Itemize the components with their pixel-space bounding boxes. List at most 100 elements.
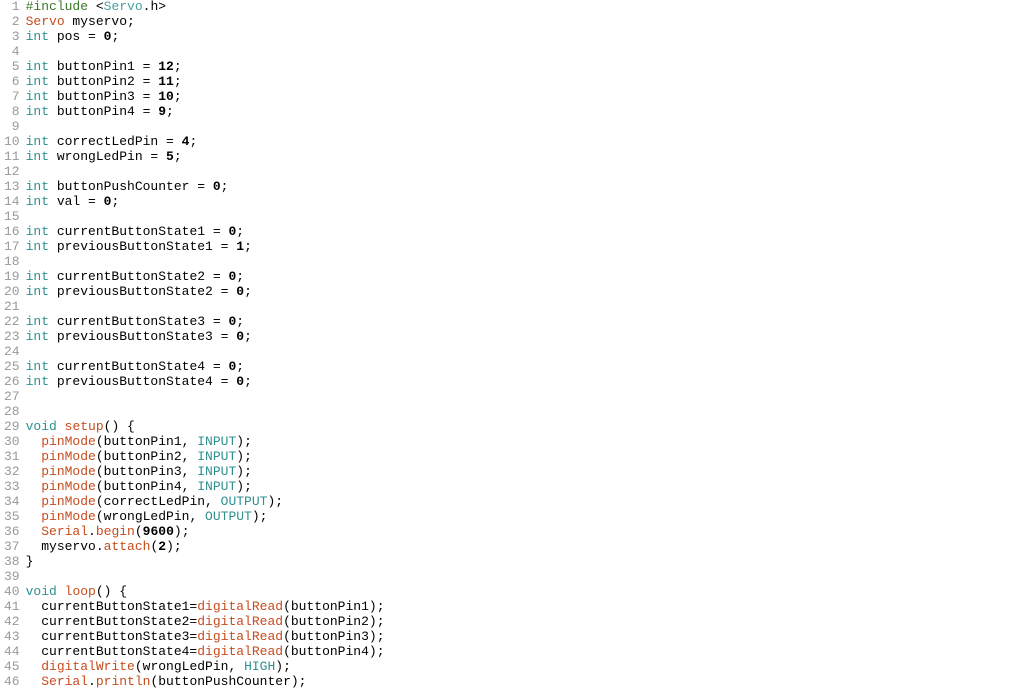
code-token: pinMode — [41, 449, 96, 464]
code-line[interactable]: Serial.begin(9600); — [26, 525, 1024, 540]
code-token: int — [26, 29, 49, 44]
code-line[interactable]: int wrongLedPin = 5; — [26, 150, 1024, 165]
code-line[interactable]: int currentButtonState4 = 0; — [26, 360, 1024, 375]
code-token: digitalRead — [197, 629, 283, 644]
code-token: ); — [236, 479, 252, 494]
code-line[interactable]: pinMode(wrongLedPin, OUTPUT); — [26, 510, 1024, 525]
code-token: ; — [111, 29, 119, 44]
line-number: 37 — [4, 540, 20, 555]
code-line[interactable]: currentButtonState4=digitalRead(buttonPi… — [26, 645, 1024, 660]
code-line[interactable]: digitalWrite(wrongLedPin, HIGH); — [26, 660, 1024, 675]
code-token: Servo — [104, 0, 143, 14]
code-token — [26, 509, 42, 524]
line-number: 1 — [4, 0, 20, 15]
code-token: begin — [96, 524, 135, 539]
code-line[interactable]: int buttonPin4 = 9; — [26, 105, 1024, 120]
code-token: ); — [236, 449, 252, 464]
code-line[interactable] — [26, 405, 1024, 420]
code-line[interactable]: int previousButtonState4 = 0; — [26, 375, 1024, 390]
code-line[interactable]: int buttonPushCounter = 0; — [26, 180, 1024, 195]
code-line[interactable]: pinMode(buttonPin1, INPUT); — [26, 435, 1024, 450]
code-token: #include — [26, 0, 96, 14]
code-token — [26, 659, 42, 674]
line-number: 20 — [4, 285, 20, 300]
code-token: (wrongLedPin, — [96, 509, 205, 524]
code-line[interactable]: int buttonPin3 = 10; — [26, 90, 1024, 105]
code-line[interactable]: currentButtonState3=digitalRead(buttonPi… — [26, 630, 1024, 645]
code-line[interactable]: pinMode(correctLedPin, OUTPUT); — [26, 495, 1024, 510]
code-line[interactable]: int previousButtonState1 = 1; — [26, 240, 1024, 255]
line-number: 27 — [4, 390, 20, 405]
code-line[interactable] — [26, 570, 1024, 585]
code-token: ; — [236, 269, 244, 284]
code-line[interactable]: int currentButtonState3 = 0; — [26, 315, 1024, 330]
code-line[interactable] — [26, 120, 1024, 135]
code-token — [26, 524, 42, 539]
code-line[interactable]: int val = 0; — [26, 195, 1024, 210]
code-line[interactable] — [26, 255, 1024, 270]
line-number: 41 — [4, 600, 20, 615]
code-line[interactable]: pinMode(buttonPin4, INPUT); — [26, 480, 1024, 495]
code-line[interactable]: Servo myservo; — [26, 15, 1024, 30]
code-token: HIGH — [244, 659, 275, 674]
code-token — [26, 449, 42, 464]
code-token: pinMode — [41, 494, 96, 509]
line-number: 14 — [4, 195, 20, 210]
code-token: attach — [104, 539, 151, 554]
line-number: 31 — [4, 450, 20, 465]
code-token: 5 — [166, 149, 174, 164]
code-line[interactable]: int previousButtonState3 = 0; — [26, 330, 1024, 345]
code-body[interactable]: #include <Servo.h>Servo myservo;int pos … — [26, 0, 1024, 690]
code-line[interactable] — [26, 345, 1024, 360]
code-token: myservo; — [65, 14, 135, 29]
line-number: 2 — [4, 15, 20, 30]
code-token: () { — [104, 419, 135, 434]
code-line[interactable]: Serial.println(buttonPushCounter); — [26, 675, 1024, 690]
code-line[interactable]: void loop() { — [26, 585, 1024, 600]
code-token: . — [88, 524, 96, 539]
code-line[interactable]: myservo.attach(2); — [26, 540, 1024, 555]
line-number: 26 — [4, 375, 20, 390]
code-token: int — [26, 134, 49, 149]
code-token: (buttonPin1, — [96, 434, 197, 449]
code-line[interactable]: int buttonPin2 = 11; — [26, 75, 1024, 90]
code-line[interactable]: int correctLedPin = 4; — [26, 135, 1024, 150]
code-line[interactable]: int buttonPin1 = 12; — [26, 60, 1024, 75]
code-token: currentButtonState4 = — [49, 359, 228, 374]
code-line[interactable]: void setup() { — [26, 420, 1024, 435]
line-number: 18 — [4, 255, 20, 270]
code-line[interactable]: pinMode(buttonPin3, INPUT); — [26, 465, 1024, 480]
code-line[interactable] — [26, 210, 1024, 225]
code-line[interactable]: } — [26, 555, 1024, 570]
code-line[interactable] — [26, 300, 1024, 315]
line-number: 17 — [4, 240, 20, 255]
code-token: void — [26, 584, 57, 599]
line-number: 32 — [4, 465, 20, 480]
line-number: 3 — [4, 30, 20, 45]
line-number: 6 — [4, 75, 20, 90]
code-line[interactable] — [26, 165, 1024, 180]
code-token: ; — [189, 134, 197, 149]
line-number-gutter: 1234567891011121314151617181920212223242… — [0, 0, 26, 690]
code-token: OUTPUT — [221, 494, 268, 509]
code-line[interactable]: int previousButtonState2 = 0; — [26, 285, 1024, 300]
line-number: 9 — [4, 120, 20, 135]
code-token: ; — [236, 314, 244, 329]
code-token: 0 — [236, 329, 244, 344]
code-line[interactable]: currentButtonState2=digitalRead(buttonPi… — [26, 615, 1024, 630]
code-line[interactable]: #include <Servo.h> — [26, 0, 1024, 15]
code-line[interactable] — [26, 45, 1024, 60]
line-number: 38 — [4, 555, 20, 570]
code-line[interactable]: int currentButtonState2 = 0; — [26, 270, 1024, 285]
code-line[interactable]: pinMode(buttonPin2, INPUT); — [26, 450, 1024, 465]
code-token: int — [26, 284, 49, 299]
code-token: ( — [135, 524, 143, 539]
code-line[interactable]: currentButtonState1=digitalRead(buttonPi… — [26, 600, 1024, 615]
code-token: int — [26, 329, 49, 344]
code-token: pos = — [49, 29, 104, 44]
code-line[interactable]: int currentButtonState1 = 0; — [26, 225, 1024, 240]
code-line[interactable] — [26, 390, 1024, 405]
code-token: . — [88, 674, 96, 689]
line-number: 33 — [4, 480, 20, 495]
code-line[interactable]: int pos = 0; — [26, 30, 1024, 45]
